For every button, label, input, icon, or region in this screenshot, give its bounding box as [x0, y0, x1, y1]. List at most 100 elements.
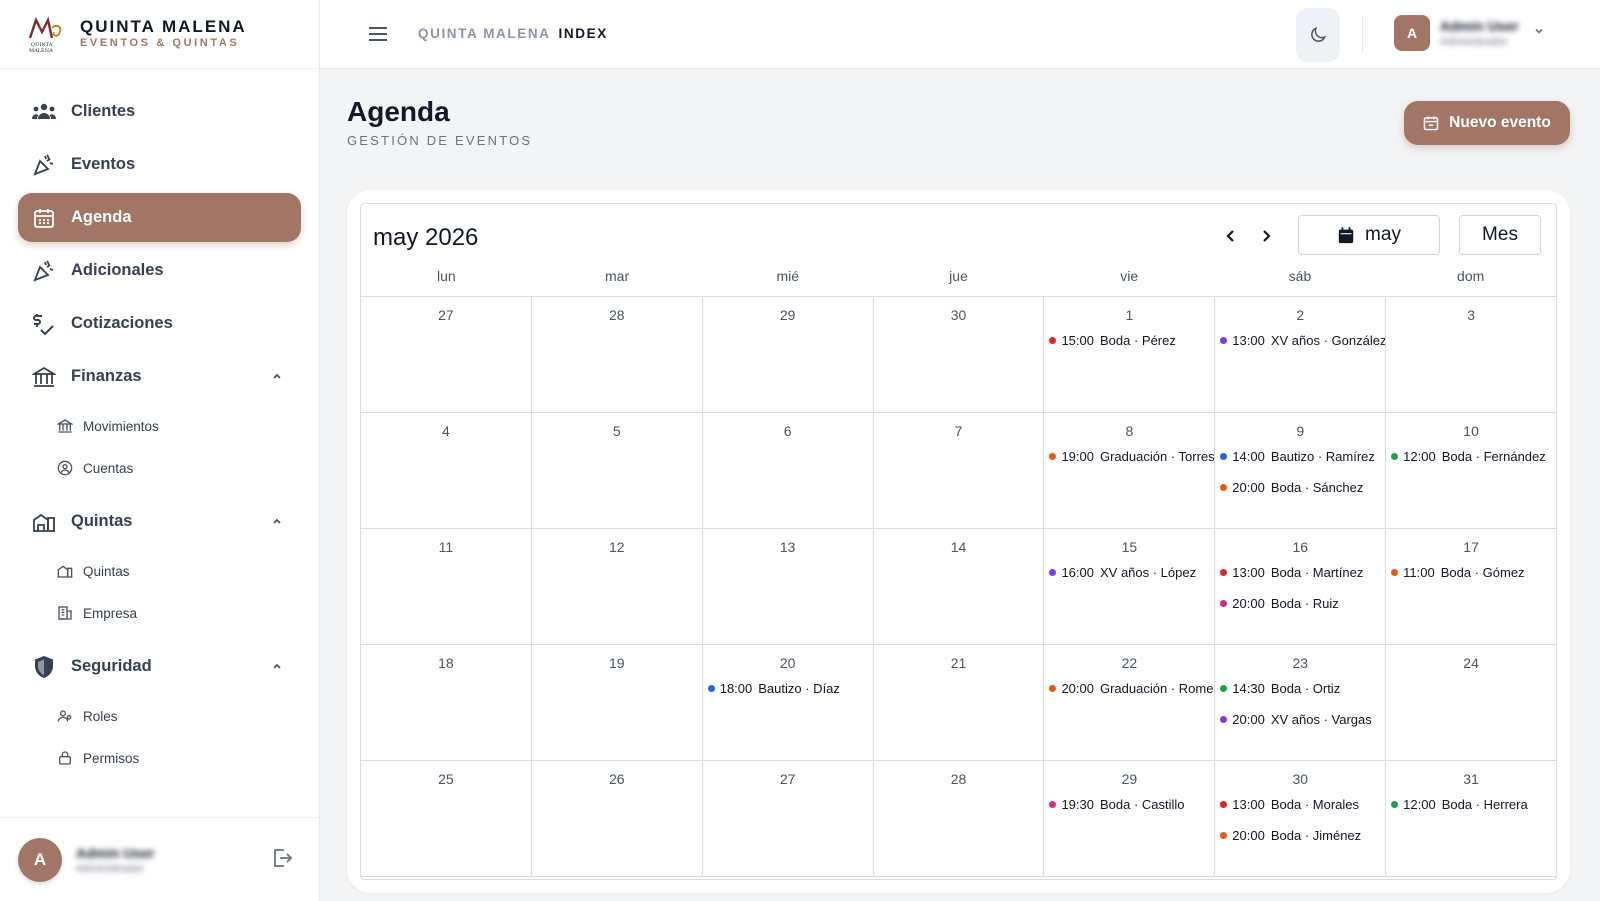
day-number[interactable]: 10 — [1386, 413, 1556, 444]
sidebar-item-permisos[interactable]: Permisos — [18, 737, 301, 779]
view-month-button[interactable]: Mes — [1459, 215, 1541, 255]
day-number[interactable]: 26 — [532, 761, 702, 792]
logout-icon[interactable] — [270, 846, 294, 875]
calendar-day-cell[interactable]: 24 — [1386, 645, 1556, 760]
prev-month-button[interactable] — [1219, 224, 1243, 248]
calendar-day-cell[interactable]: 29 — [703, 297, 874, 412]
calendar-day-cell[interactable]: 21 — [874, 645, 1045, 760]
calendar-day-cell[interactable]: 28 — [874, 761, 1045, 876]
day-number[interactable]: 22 — [1044, 645, 1214, 676]
calendar-day-cell[interactable]: 30 13:00 Boda · Morales 20:00 Boda · Jiménez — [1215, 761, 1387, 876]
brand[interactable]: QUINTA MALENA QUINTA MALENA EVENTOS & QU… — [0, 0, 319, 69]
sidebar-item-quintas[interactable]: Quintas — [18, 550, 301, 592]
sidebar-item-empresa[interactable]: Empresa — [18, 592, 301, 634]
day-number[interactable]: 2 — [1215, 297, 1385, 328]
day-number[interactable]: 17 — [1386, 529, 1556, 560]
day-number[interactable]: 29 — [703, 297, 873, 328]
calendar-day-cell[interactable]: 13 — [703, 529, 874, 644]
day-number[interactable]: 7 — [874, 413, 1044, 444]
calendar-event[interactable]: 13:00 Boda · Morales — [1220, 794, 1385, 814]
calendar-day-cell[interactable]: 28 — [532, 297, 703, 412]
user-menu[interactable]: A Admin User Administrador — [1394, 15, 1545, 51]
day-number[interactable]: 8 — [1044, 413, 1214, 444]
calendar-day-cell[interactable]: 23 14:30 Boda · Ortiz 20:00 XV años · Vargas — [1215, 645, 1387, 760]
calendar-day-cell[interactable]: 11 — [361, 529, 532, 644]
calendar-event[interactable]: 15:00 Boda · Pérez — [1049, 330, 1214, 350]
day-number[interactable]: 29 — [1044, 761, 1214, 792]
calendar-event[interactable]: 18:00 Bautizo · Díaz — [707, 678, 873, 698]
day-number[interactable]: 21 — [874, 645, 1044, 676]
avatar[interactable]: A — [18, 837, 62, 882]
sidebar-item-eventos[interactable]: Eventos — [18, 140, 301, 189]
calendar-day-cell[interactable]: 29 19:30 Boda · Castillo — [1044, 761, 1216, 876]
day-number[interactable]: 3 — [1386, 297, 1556, 328]
day-number[interactable]: 27 — [361, 297, 531, 328]
sidebar-item-clientes[interactable]: Clientes — [18, 87, 301, 136]
calendar-event[interactable]: 19:30 Boda · Castillo — [1049, 794, 1214, 814]
sidebar-item-adicionales[interactable]: Adicionales — [18, 246, 301, 295]
calendar-day-cell[interactable]: 27 — [703, 761, 874, 876]
day-number[interactable]: 25 — [361, 761, 531, 792]
calendar-event[interactable]: 14:00 Bautizo · Ramírez — [1220, 446, 1385, 466]
day-number[interactable]: 30 — [874, 297, 1044, 328]
day-number[interactable]: 20 — [703, 645, 873, 676]
day-number[interactable]: 31 — [1386, 761, 1556, 792]
calendar-day-cell[interactable]: 2 13:00 XV años · González — [1215, 297, 1387, 412]
calendar-day-cell[interactable]: 20 18:00 Bautizo · Díaz — [703, 645, 874, 760]
calendar-day-cell[interactable]: 18 — [361, 645, 532, 760]
day-number[interactable]: 5 — [532, 413, 702, 444]
calendar-day-cell[interactable]: 31 12:00 Boda · Herrera — [1386, 761, 1556, 876]
calendar-day-cell[interactable]: 14 — [874, 529, 1045, 644]
calendar-day-cell[interactable]: 27 — [361, 297, 532, 412]
calendar-event[interactable]: 20:00 XV años · Vargas — [1220, 709, 1385, 729]
day-number[interactable]: 13 — [703, 529, 873, 560]
calendar-event[interactable]: 19:00 Graduación · Torres — [1049, 446, 1214, 466]
calendar-day-cell[interactable]: 17 11:00 Boda · Gómez — [1386, 529, 1556, 644]
calendar-day-cell[interactable]: 19 — [532, 645, 703, 760]
calendar-event[interactable]: 14:30 Boda · Ortiz — [1220, 678, 1385, 698]
day-number[interactable]: 23 — [1215, 645, 1385, 676]
calendar-day-cell[interactable]: 22 20:00 Graduación · Romero — [1044, 645, 1216, 760]
next-month-button[interactable] — [1254, 224, 1278, 248]
calendar-day-cell[interactable]: 16 13:00 Boda · Martínez 20:00 Boda · Ruiz — [1215, 529, 1387, 644]
calendar-day-cell[interactable]: 8 19:00 Graduación · Torres — [1044, 413, 1216, 528]
sidebar-item-seguridad[interactable]: Seguridad — [18, 642, 301, 691]
day-number[interactable]: 9 — [1215, 413, 1385, 444]
sidebar-item-roles[interactable]: Roles — [18, 695, 301, 737]
calendar-event[interactable]: 13:00 XV años · González — [1220, 330, 1385, 350]
day-number[interactable]: 1 — [1044, 297, 1214, 328]
day-number[interactable]: 15 — [1044, 529, 1214, 560]
day-number[interactable]: 24 — [1386, 645, 1556, 676]
calendar-day-cell[interactable]: 6 — [703, 413, 874, 528]
day-number[interactable]: 12 — [532, 529, 702, 560]
day-number[interactable]: 27 — [703, 761, 873, 792]
calendar-day-cell[interactable]: 5 — [532, 413, 703, 528]
calendar-day-cell[interactable]: 7 — [874, 413, 1045, 528]
calendar-day-cell[interactable]: 10 12:00 Boda · Fernández — [1386, 413, 1556, 528]
calendar-day-cell[interactable]: 25 — [361, 761, 532, 876]
calendar-day-cell[interactable]: 3 — [1386, 297, 1556, 412]
sidebar-item-movimientos[interactable]: Movimientos — [18, 405, 301, 447]
calendar-day-cell[interactable]: 1 15:00 Boda · Pérez — [1044, 297, 1216, 412]
day-number[interactable]: 28 — [874, 761, 1044, 792]
calendar-day-cell[interactable]: 15 16:00 XV años · López — [1044, 529, 1216, 644]
sidebar-item-quintas-group[interactable]: Quintas — [18, 497, 301, 546]
day-number[interactable]: 4 — [361, 413, 531, 444]
sidebar-item-agenda[interactable]: Agenda — [18, 193, 301, 242]
calendar-event[interactable]: 12:00 Boda · Herrera — [1391, 794, 1556, 814]
calendar-event[interactable]: 12:00 Boda · Fernández — [1391, 446, 1556, 466]
calendar-day-cell[interactable]: 12 — [532, 529, 703, 644]
calendar-day-cell[interactable]: 30 — [874, 297, 1045, 412]
day-number[interactable]: 11 — [361, 529, 531, 560]
day-number[interactable]: 28 — [532, 297, 702, 328]
calendar-event[interactable]: 13:00 Boda · Martínez — [1220, 562, 1385, 582]
day-number[interactable]: 6 — [703, 413, 873, 444]
day-number[interactable]: 14 — [874, 529, 1044, 560]
calendar-day-cell[interactable]: 4 — [361, 413, 532, 528]
calendar-event[interactable]: 20:00 Boda · Jiménez — [1220, 825, 1385, 845]
sidebar-item-cuentas[interactable]: Cuentas — [18, 447, 301, 489]
calendar-day-cell[interactable]: 9 14:00 Bautizo · Ramírez 20:00 Boda · Sánch… — [1215, 413, 1387, 528]
calendar-event[interactable]: 20:00 Graduación · Romero — [1049, 678, 1214, 698]
day-number[interactable]: 16 — [1215, 529, 1385, 560]
new-event-button[interactable]: Nuevo evento — [1404, 101, 1570, 145]
